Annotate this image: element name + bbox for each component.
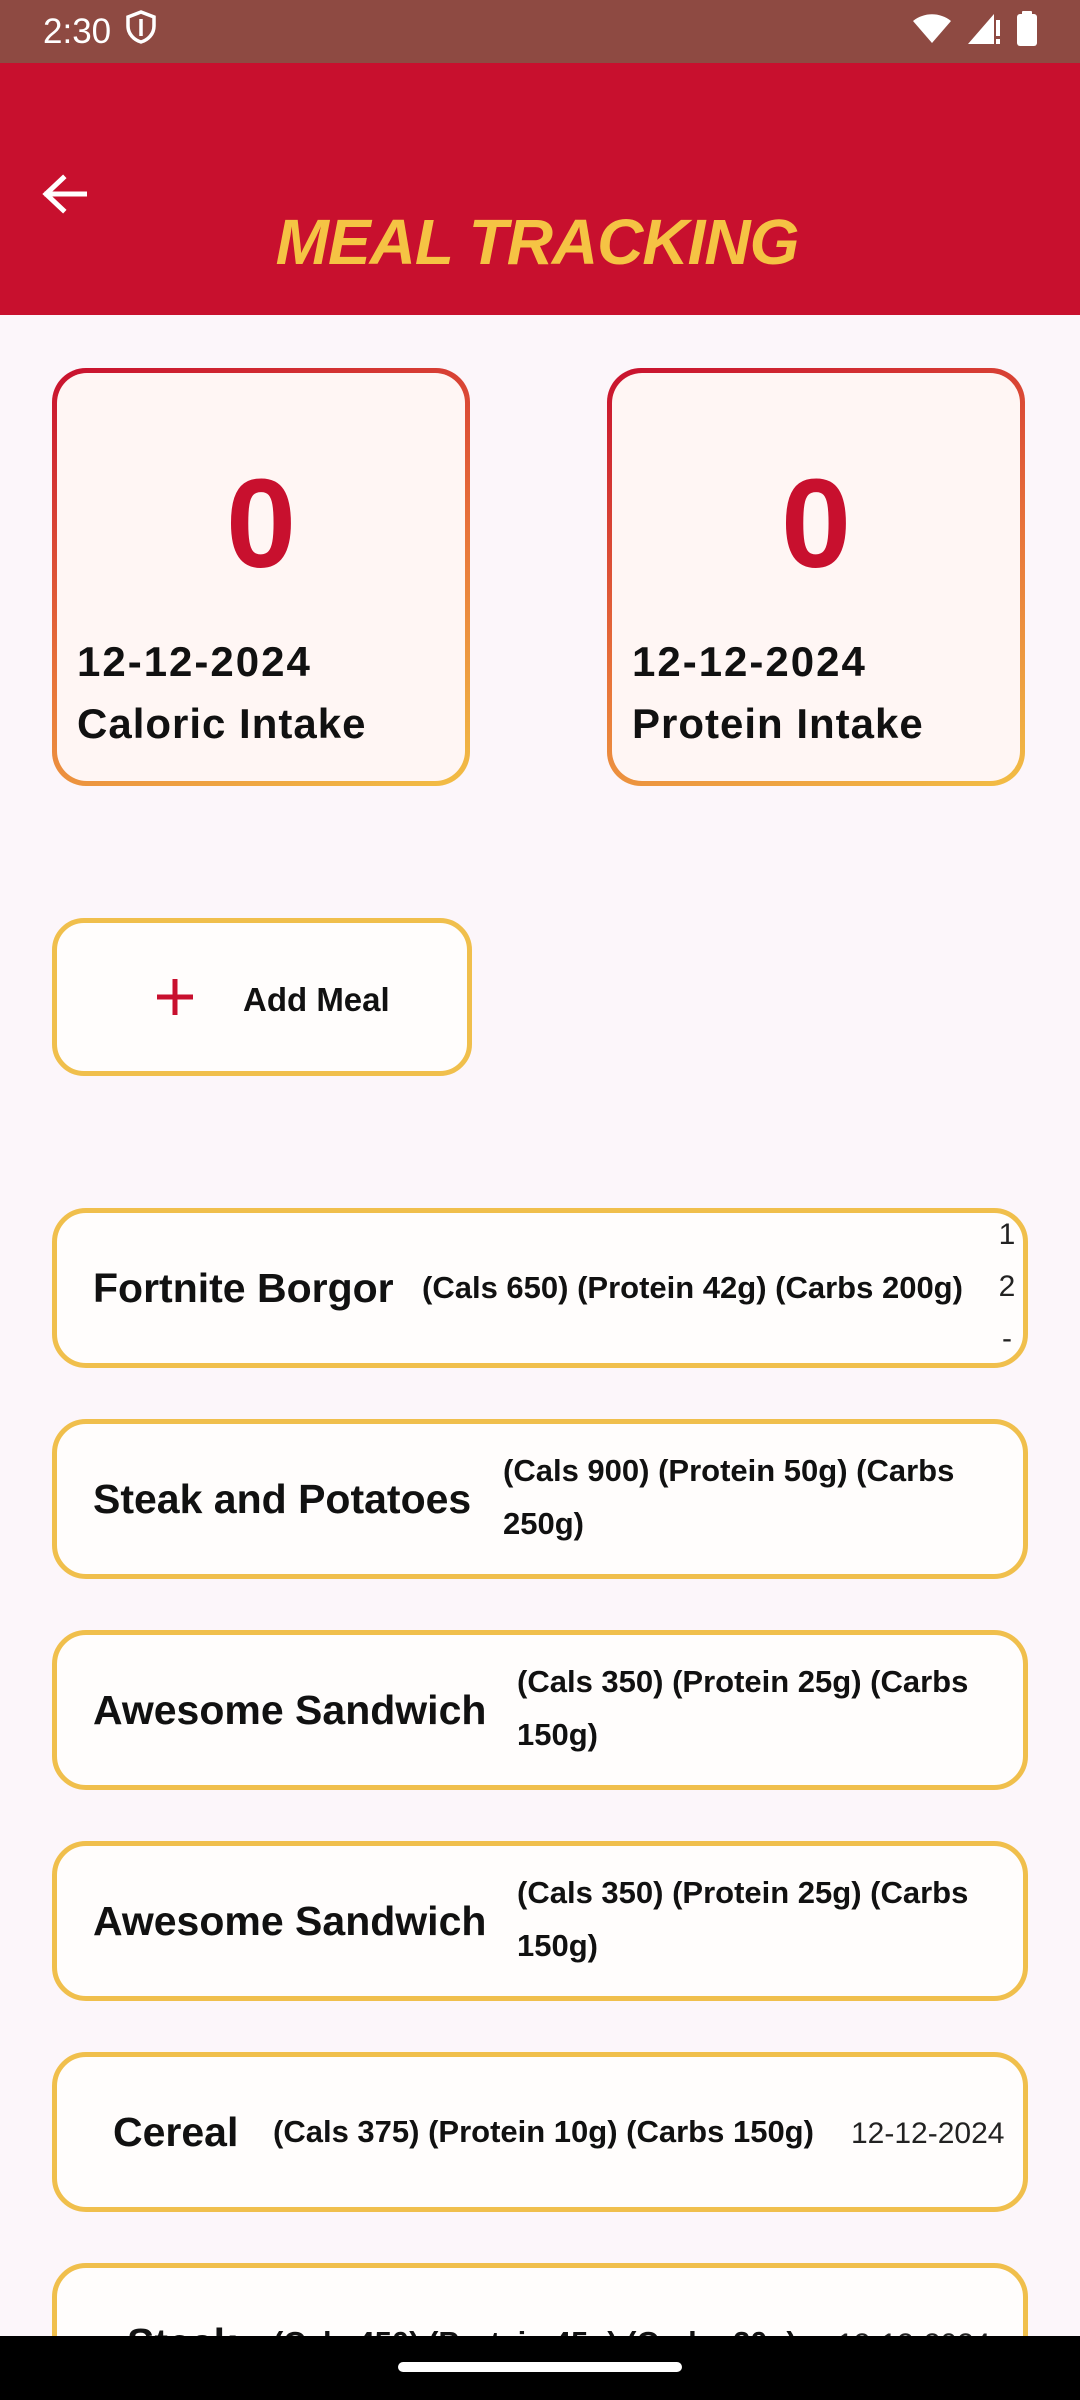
shield-icon xyxy=(125,10,157,53)
protein-intake-label: Protein Intake xyxy=(632,700,924,747)
caloric-intake-card: 0 12-12-2024 Caloric Intake xyxy=(52,368,470,786)
protein-intake-value: 0 xyxy=(780,453,852,594)
battery-icon xyxy=(1016,11,1038,52)
meal-macros: (Cals 650) (Protein 42g) (Carbs 200g) xyxy=(422,1270,963,1305)
meal-name: Fortnite Borgor xyxy=(93,1265,394,1311)
add-meal-button[interactable]: Add Meal xyxy=(52,918,472,1076)
meal-date: 12- xyxy=(998,1218,1016,1355)
protein-intake-card: 0 12-12-2024 Protein Intake xyxy=(607,368,1025,786)
add-meal-label: Add Meal xyxy=(243,981,390,1018)
page-title: MEAL TRACKING xyxy=(275,206,800,278)
meal-item[interactable]: Awesome Sandwich (Cals 350) (Protein 25g… xyxy=(52,1841,1028,2001)
meal-macros: (Cals 350) (Protein 25g) (Carbs 150g) xyxy=(517,1875,969,1963)
meal-item[interactable]: Cereal (Cals 375) (Protein 10g) (Carbs 1… xyxy=(52,2052,1028,2212)
plus-icon xyxy=(153,975,197,1019)
status-bar: 2:30 xyxy=(0,0,1080,63)
meal-name: Steak and Potatoes xyxy=(93,1476,472,1522)
meal-macros: (Cals 375) (Protein 10g) (Carbs 150g) xyxy=(273,2114,814,2149)
meal-name: Awesome Sandwich xyxy=(93,1898,487,1944)
caloric-intake-label: Caloric Intake xyxy=(77,700,367,747)
signal-icon xyxy=(966,12,1002,51)
meal-item[interactable]: Fortnite Borgor (Cals 650) (Protein 42g)… xyxy=(52,1208,1028,1368)
meal-macros: (Cals 350) (Protein 25g) (Carbs 150g) xyxy=(517,1664,969,1752)
meal-item[interactable]: Steak and Potatoes (Cals 900) (Protein 5… xyxy=(52,1419,1028,1579)
caloric-intake-date: 12-12-2024 xyxy=(77,638,312,685)
meal-date: 12-12-2024 xyxy=(851,2117,1005,2150)
meal-item[interactable]: Awesome Sandwich (Cals 350) (Protein 25g… xyxy=(52,1630,1028,1790)
wifi-icon xyxy=(912,13,952,50)
meal-name: Awesome Sandwich xyxy=(93,1687,487,1733)
navigation-bar xyxy=(0,2336,1080,2400)
caloric-intake-value: 0 xyxy=(225,453,297,594)
home-gesture-handle[interactable] xyxy=(398,2362,682,2372)
status-time: 2:30 xyxy=(43,11,112,51)
meal-macros: (Cals 900) (Protein 50g) (Carbs 250g) xyxy=(503,1453,955,1541)
meal-name: Cereal xyxy=(113,2109,239,2155)
protein-intake-date: 12-12-2024 xyxy=(632,638,867,685)
